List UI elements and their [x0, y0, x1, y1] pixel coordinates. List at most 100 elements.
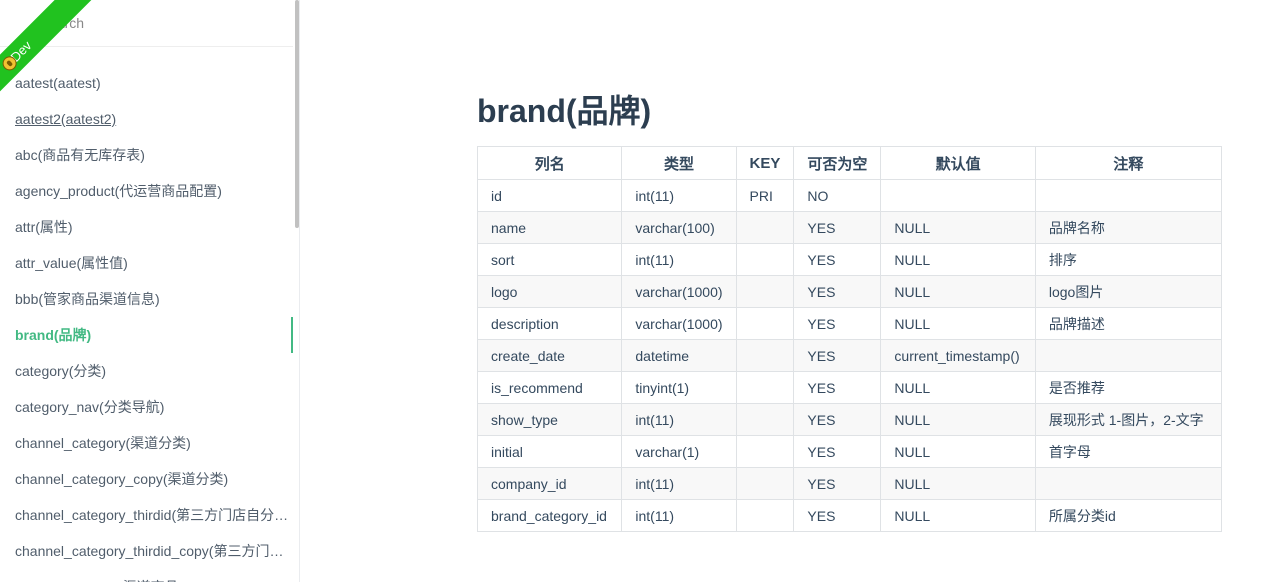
table-cell: tinyint(1)	[621, 371, 737, 404]
table-cell	[880, 179, 1036, 212]
table-cell: 排序	[1034, 243, 1223, 276]
sidebar-scrollbar[interactable]	[295, 0, 299, 228]
sidebar-item-aatest[interactable]: aatest(aatest)	[0, 65, 293, 101]
table-header: 列名 类型 KEY 可否为空 默认值 注释	[476, 146, 1223, 180]
table-cell: varchar(1000)	[621, 307, 737, 340]
main-content: brand(品牌) 列名 类型 KEY 可否为空 默认值 注释 id int(11) PRI N…	[476, 86, 1223, 532]
table-cell: show_type	[476, 403, 623, 436]
sidebar-item-agency-product[interactable]: agency_product(代运营商品配置)	[0, 173, 293, 209]
table-cell	[735, 243, 795, 276]
table-cell: create_date	[476, 339, 623, 372]
table-cell	[735, 435, 795, 468]
sidebar-item-label: aatest2(aatest2)	[15, 111, 117, 127]
table-cell: 首字母	[1034, 435, 1223, 468]
table-cell: description	[476, 307, 623, 340]
table-cell	[735, 275, 795, 308]
table-cell: NO	[793, 179, 882, 212]
table-cell: int(11)	[621, 467, 737, 500]
table-row: brand_category_id int(11) YES NULL 所属分类id	[476, 499, 1223, 532]
table-row: sort int(11) YES NULL 排序	[476, 243, 1223, 276]
column-header: 可否为空	[793, 146, 882, 180]
table-cell: YES	[793, 467, 882, 500]
column-header: 列名	[476, 146, 623, 180]
column-header: KEY	[735, 146, 795, 180]
table-cell	[735, 307, 795, 340]
table-row: id int(11) PRI NO	[476, 179, 1223, 212]
table-cell: id	[476, 179, 623, 212]
table-row: company_id int(11) YES NULL	[476, 467, 1223, 500]
column-header: 注释	[1034, 146, 1223, 180]
table-cell: PRI	[735, 179, 795, 212]
table-cell	[1034, 339, 1223, 372]
table-cell: sort	[476, 243, 623, 276]
table-row: name varchar(100) YES NULL 品牌名称	[476, 211, 1223, 244]
table-cell: NULL	[880, 499, 1036, 532]
page-title: brand(品牌)	[477, 93, 652, 129]
sidebar-item-channel-product[interactable]: (渠道商品)	[0, 569, 293, 582]
table-cell: logo图片	[1034, 275, 1223, 308]
table-cell: initial	[476, 435, 623, 468]
table-cell: is_recommend	[476, 371, 623, 404]
table-cell: NULL	[880, 211, 1036, 244]
table-cell: int(11)	[621, 403, 737, 436]
table-cell: varchar(1)	[621, 435, 737, 468]
table-cell: 所属分类id	[1034, 499, 1223, 532]
sidebar-item-channel-category[interactable]: channel_category(渠道分类)	[0, 425, 293, 461]
table-cell: NULL	[880, 243, 1036, 276]
sidebar-item-attr-value[interactable]: attr_value(属性值)	[0, 245, 293, 281]
sidebar-item-bbb[interactable]: bbb(管家商品渠道信息)	[0, 281, 293, 317]
table-cell	[735, 339, 795, 372]
table-cell: NULL	[880, 371, 1036, 404]
table-cell: YES	[793, 371, 882, 404]
sidebar-item-aatest2[interactable]: aatest2(aatest2)	[0, 101, 293, 137]
sidebar-item-abc[interactable]: abc(商品有无库存表)	[0, 137, 293, 173]
table-cell: current_timestamp()	[880, 339, 1036, 372]
table-cell: brand_category_id	[476, 499, 623, 532]
sidebar-item-brand[interactable]: brand(品牌)	[0, 317, 293, 353]
sidebar-item-channel-category-copy[interactable]: channel_category_copy(渠道分类)	[0, 461, 293, 497]
table-cell	[735, 211, 795, 244]
sidebar-item-attr[interactable]: attr(属性)	[0, 209, 293, 245]
table-cell: 品牌描述	[1034, 307, 1223, 340]
sidebar-item-category-nav[interactable]: category_nav(分类导航)	[0, 389, 293, 425]
sidebar-item-category[interactable]: category(分类)	[0, 353, 293, 389]
table-cell: 是否推荐	[1034, 371, 1223, 404]
table-cell	[1034, 467, 1223, 500]
table-row: logo varchar(1000) YES NULL logo图片	[476, 275, 1223, 308]
table-cell: logo	[476, 275, 623, 308]
table-cell: YES	[793, 307, 882, 340]
table-cell: company_id	[476, 467, 623, 500]
table-cell: datetime	[621, 339, 737, 372]
sidebar-nav: aatest(aatest) aatest2(aatest2) abc(商品有无…	[0, 65, 293, 582]
sidebar-item-channel-category-thirdid-copy[interactable]: channel_category_thirdid_copy(第三方门店…	[0, 533, 293, 569]
table-row: is_recommend tinyint(1) YES NULL 是否推荐	[476, 371, 1223, 404]
table-row: description varchar(1000) YES NULL 品牌描述	[476, 307, 1223, 340]
table-cell: NULL	[880, 403, 1036, 436]
search-bar	[0, 0, 293, 47]
table-cell: YES	[793, 403, 882, 436]
search-input[interactable]	[42, 12, 282, 34]
table-cell: NULL	[880, 435, 1036, 468]
table-cell: NULL	[880, 307, 1036, 340]
table-body: id int(11) PRI NO name varchar(100) YES NULL 品牌名…	[476, 179, 1223, 532]
table-cell: varchar(1000)	[621, 275, 737, 308]
column-header: 默认值	[880, 146, 1036, 180]
sidebar-item-channel-category-thirdid[interactable]: channel_category_thirdid(第三方门店自分…	[0, 497, 293, 533]
table-cell	[735, 467, 795, 500]
table-cell: YES	[793, 499, 882, 532]
table-cell: 品牌名称	[1034, 211, 1223, 244]
column-header: 类型	[621, 146, 737, 180]
table-cell: NULL	[880, 467, 1036, 500]
table-cell: 展现形式 1-图片，2-文字	[1034, 403, 1223, 436]
table-cell: YES	[793, 211, 882, 244]
schema-table: 列名 类型 KEY 可否为空 默认值 注释 id int(11) PRI NO name varch…	[476, 146, 1223, 532]
table-cell: NULL	[880, 275, 1036, 308]
table-cell	[1034, 179, 1223, 212]
table-cell: int(11)	[621, 179, 737, 212]
table-cell: YES	[793, 339, 882, 372]
sidebar: aatest(aatest) aatest2(aatest2) abc(商品有无…	[0, 0, 300, 582]
table-row: create_date datetime YES current_timestamp(…	[476, 339, 1223, 372]
table-cell	[735, 499, 795, 532]
table-cell	[735, 403, 795, 436]
table-cell: int(11)	[621, 243, 737, 276]
